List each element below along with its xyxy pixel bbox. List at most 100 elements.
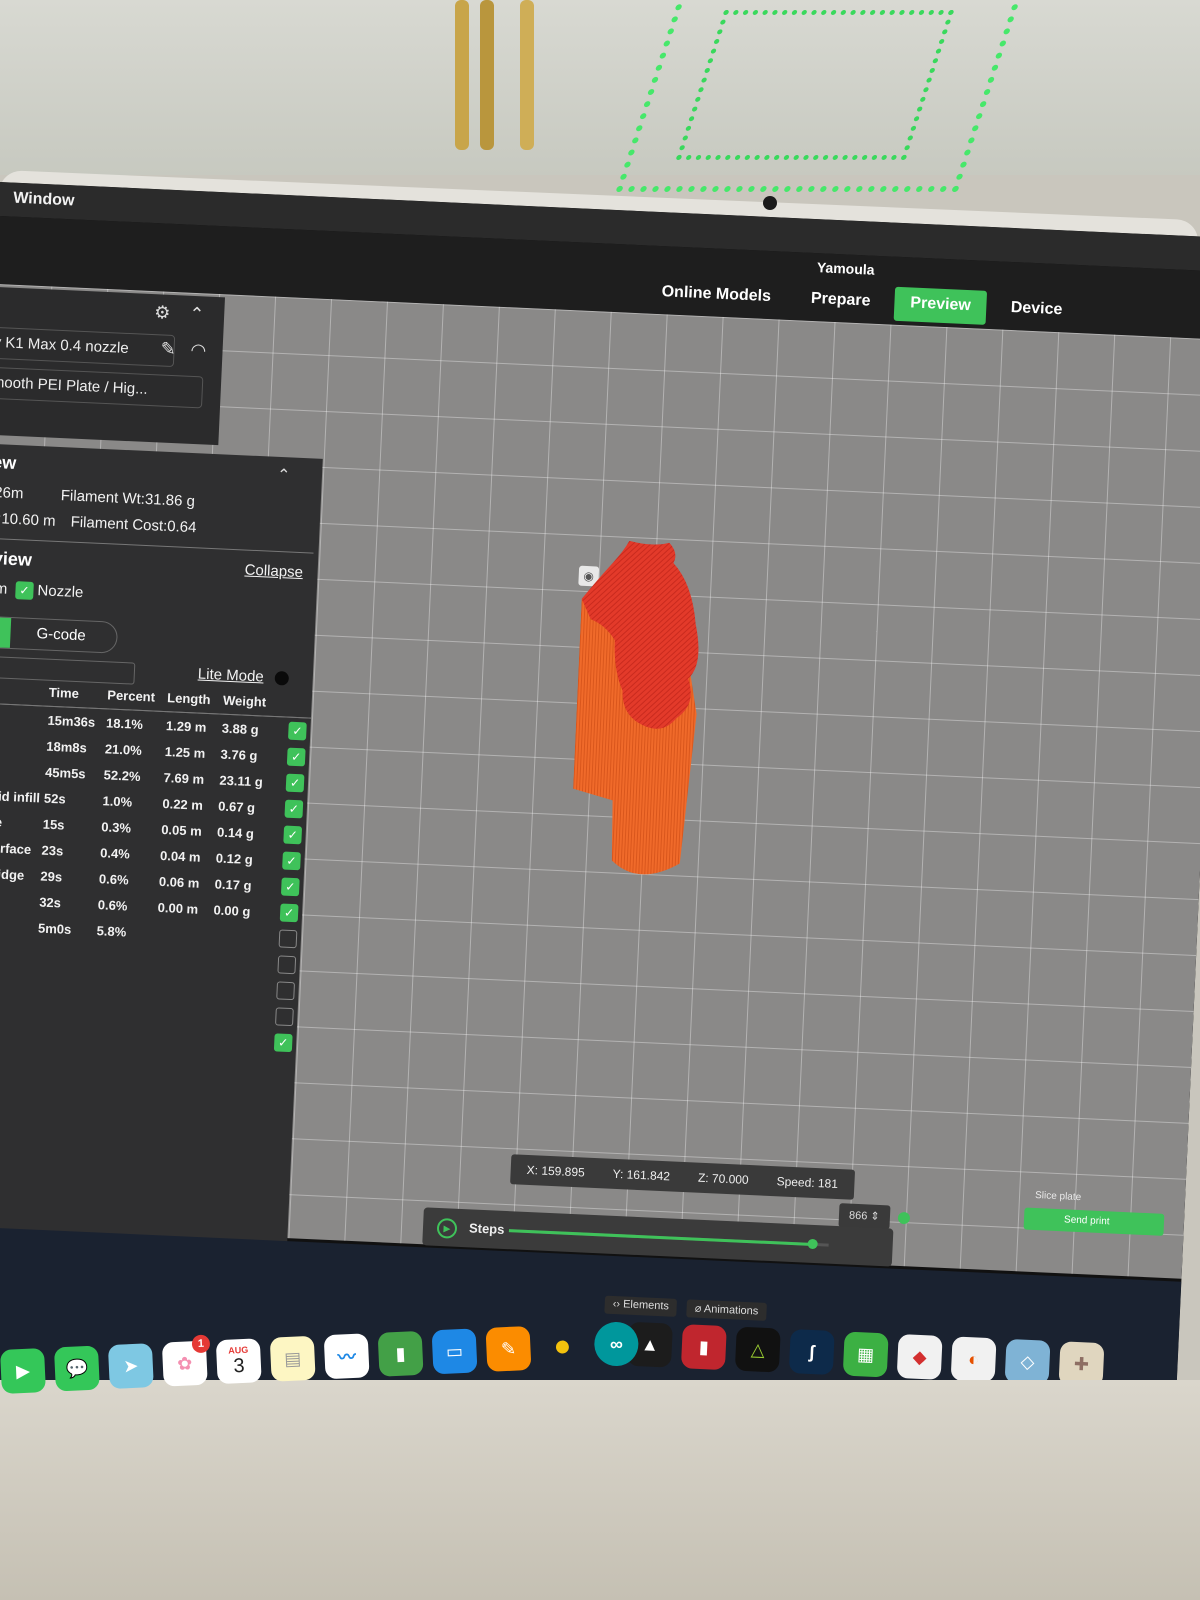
cell-length [155, 946, 212, 975]
gear-icon[interactable]: ⚙ [154, 302, 171, 324]
cell-length [154, 972, 211, 1001]
cell-time: 45m5s [44, 764, 86, 781]
collapse-link[interactable]: Collapse [244, 562, 303, 582]
visibility-checkbox[interactable] [278, 929, 298, 949]
visibility-checkbox[interactable]: ✓ [282, 851, 301, 871]
search-input[interactable] [0, 655, 136, 685]
cell-percent: 1.0% [102, 792, 133, 810]
vector-app-icon[interactable]: △ [734, 1326, 781, 1373]
lite-mode-link[interactable]: Lite Mode [198, 665, 265, 685]
platform-label: orm [0, 579, 8, 598]
tab-device[interactable]: Device [994, 291, 1079, 329]
layer-stepper[interactable]: 866 ⇕ [838, 1203, 891, 1230]
numbers-icon[interactable]: ▮ [377, 1330, 424, 1377]
feature-stats-table: e Time Percent Length Weight all15m36s 18… [0, 681, 312, 1056]
cell-name: nfill [0, 885, 40, 914]
slicer-app-icon[interactable]: ◐ [950, 1336, 997, 1383]
cell-time: 23s [41, 842, 64, 859]
messages-icon[interactable]: 💬 [53, 1345, 100, 1392]
cell-time: 15s [42, 816, 65, 833]
plate-select[interactable]: mooth PEI Plate / Hig... [0, 366, 204, 409]
elements-label: Elements [622, 1298, 670, 1313]
sliced-model[interactable] [569, 539, 725, 895]
nozzle-checkbox[interactable]: ✓ [15, 581, 34, 600]
cell-visible: ✓ [288, 717, 311, 744]
app-title: Yamoula [816, 259, 875, 278]
slice-plate-button[interactable]: Slice plate [1035, 1190, 1082, 1203]
visibility-checkbox[interactable]: ✓ [286, 747, 306, 767]
cell-visible: ✓ [273, 1029, 297, 1056]
x-coordinate: X: 159.895 [526, 1162, 586, 1180]
visibility-checkbox[interactable]: ✓ [283, 825, 303, 845]
cell-visible [278, 925, 301, 952]
notes-icon[interactable]: ▤ [269, 1335, 316, 1382]
cell-percent [93, 995, 154, 1024]
cell-weight [207, 1026, 275, 1055]
cell-percent: 5.8% [96, 922, 127, 939]
nozzle-label: Nozzle [37, 582, 84, 602]
visibility-checkbox[interactable]: ✓ [273, 1033, 293, 1053]
filament-weight: Filament Wt:31.86 g [60, 487, 196, 511]
collapse-up-icon[interactable]: ⌃ [189, 304, 205, 326]
cell-weight: 0.12 g [215, 849, 254, 867]
steps-slider-handle[interactable] [807, 1238, 818, 1250]
tab-online-models[interactable]: Online Models [645, 275, 788, 315]
menu-window[interactable]: Window [13, 190, 75, 211]
stepper-arrows-icon[interactable]: ⇕ [870, 1211, 880, 1223]
wifi-icon[interactable]: ◠ [190, 340, 207, 362]
blender-icon[interactable]: ● [539, 1324, 585, 1370]
printer-select[interactable]: y K1 Max 0.4 nozzle [0, 326, 176, 368]
calendar-icon[interactable]: AUG 3 [215, 1338, 262, 1385]
animations-button[interactable]: ⌀ Animations [686, 1299, 767, 1321]
cell-percent: 52.2% [103, 766, 141, 784]
pages-icon[interactable]: ✎ [485, 1325, 532, 1372]
cube-app-icon[interactable]: ◆ [896, 1333, 943, 1380]
photos-icon[interactable]: ✿ 1 [161, 1334, 211, 1387]
cell-time [34, 992, 94, 1021]
cell-name: vall [0, 729, 47, 758]
lite-mode-toggle[interactable] [274, 670, 290, 686]
visibility-checkbox[interactable]: ✓ [284, 799, 304, 819]
cell-name: l solid infill [0, 787, 41, 805]
ceiling-pipe [455, 0, 469, 150]
ceiling-pipe [480, 0, 494, 150]
visibility-checkbox[interactable]: ✓ [285, 773, 305, 793]
arduino-icon[interactable]: ∞ [593, 1321, 640, 1368]
cell-length: 1.29 m [165, 717, 207, 735]
preview-heading: eview [0, 547, 33, 570]
tab-prepare[interactable]: Prepare [794, 282, 887, 320]
steps-slider[interactable] [508, 1229, 829, 1250]
photos-badge: 1 [191, 1334, 211, 1354]
visibility-checkbox[interactable]: ✓ [288, 721, 307, 741]
camera-icon [763, 196, 777, 210]
elements-button[interactable]: ‹› Elements [604, 1295, 678, 1317]
visibility-checkbox[interactable] [275, 1007, 294, 1027]
layer-number: 866 [848, 1209, 868, 1223]
layers-app-icon[interactable]: ◇ [1004, 1338, 1051, 1385]
freeform-icon[interactable]: 〰 [323, 1333, 370, 1380]
facetime-icon[interactable]: ▶ [0, 1348, 46, 1394]
col-header-type: e [0, 681, 50, 707]
script-app-icon[interactable]: ʃ [788, 1329, 835, 1376]
cell-visible: ✓ [279, 899, 303, 926]
cell-length [152, 998, 209, 1027]
view-mode-gcode[interactable]: G-code [36, 625, 86, 644]
visibility-checkbox[interactable]: ✓ [280, 877, 300, 897]
keynote-icon[interactable]: ▭ [431, 1328, 478, 1375]
visibility-checkbox[interactable]: ✓ [279, 903, 299, 923]
calendar-month: AUG [228, 1344, 249, 1356]
cell-time [35, 966, 95, 995]
summary-heading: iew [0, 451, 17, 474]
cell-name: infill [0, 755, 46, 784]
steps-label: Steps [468, 1220, 505, 1237]
red-app-icon[interactable]: ▮ [680, 1324, 727, 1371]
view-mode-line-type[interactable]: w [0, 616, 12, 648]
collapse-up-icon[interactable]: ⌃ [277, 465, 291, 486]
visibility-checkbox[interactable] [276, 981, 296, 1001]
visibility-checkbox[interactable] [277, 955, 297, 975]
play-icon[interactable]: ▶ [436, 1217, 458, 1239]
edit-icon[interactable]: ✎ [160, 338, 176, 360]
tab-preview[interactable]: Preview [893, 286, 988, 325]
maps-icon[interactable]: ➤ [107, 1343, 154, 1390]
numbers-app-icon[interactable]: ▦ [842, 1331, 889, 1378]
